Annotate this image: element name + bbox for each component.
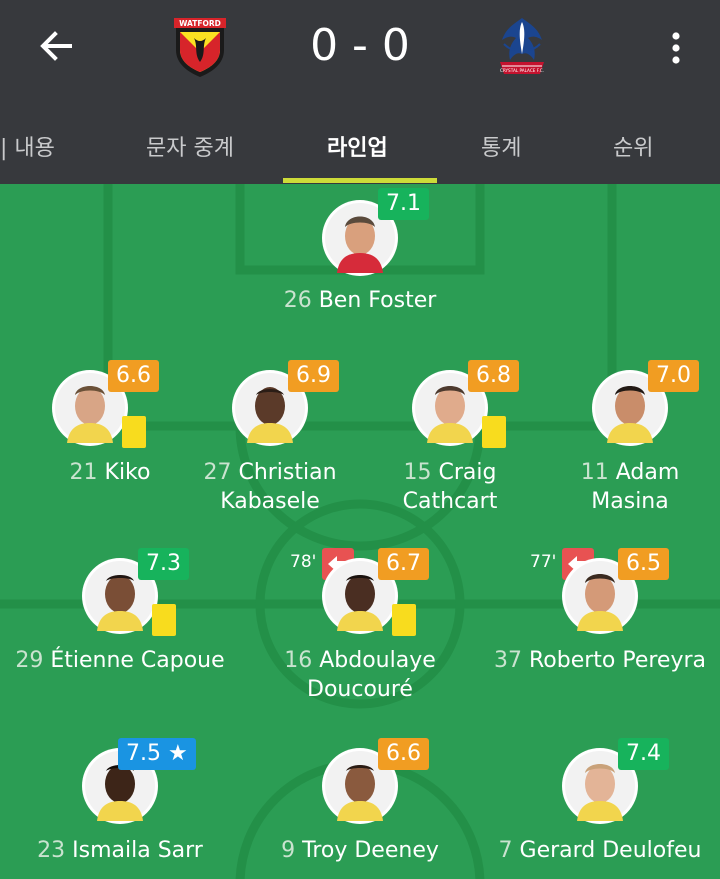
player-number: 11 (580, 460, 609, 485)
player-number: 29 (15, 648, 44, 673)
player-number: 16 (284, 648, 313, 673)
crystal-palace-badge-text: CRYSTAL PALACE F.C. (500, 68, 544, 73)
player-card[interactable]: 78' 6.7 16 Abdoulaye Doucouré (250, 548, 470, 714)
substitution-minute: 78' (290, 552, 317, 572)
player-name: 9 Troy Deeney (250, 836, 470, 865)
player-number: 23 (37, 838, 66, 863)
player-name-line: Adam (615, 460, 680, 485)
player-card[interactable]: 6.6 9 Troy Deeney (250, 738, 470, 874)
tab-text-commentary[interactable]: 문자 중계 (146, 130, 234, 162)
player-card[interactable]: 7.3 29 Étienne Capoue (10, 548, 230, 714)
arrow-left-icon[interactable] (34, 24, 78, 68)
player-name: 7 Gerard Deulofeu (490, 836, 710, 865)
more-vertical-icon[interactable] (660, 28, 692, 68)
player-number: 37 (493, 648, 522, 673)
player-name-line-2: Doucouré (307, 677, 413, 702)
player-number: 21 (69, 460, 98, 485)
player-name-line: Roberto Pereyra (528, 648, 707, 673)
player-rating: 6.7 (378, 548, 429, 580)
player-name-line: Kiko (104, 460, 151, 485)
player-name: 37 Roberto Pereyra (490, 646, 710, 675)
substitution-minute: 77' (530, 552, 557, 572)
player-name: 23 Ismaila Sarr (10, 836, 230, 865)
player-card[interactable]: 77' 6.5 37 Roberto Pereyra (490, 548, 710, 714)
player-number: 7 (498, 838, 513, 863)
player-rating: 7.3 (138, 548, 189, 580)
player-name-line: Christian (238, 460, 337, 485)
player-number: 9 (281, 838, 296, 863)
player-name: 11 Adam Masina (520, 458, 720, 516)
player-name-line: Abdoulaye (319, 648, 436, 673)
player-rating: 6.9 (288, 360, 339, 392)
player-name-line-2: Kabasele (220, 489, 320, 514)
player-name: 29 Étienne Capoue (10, 646, 230, 675)
yellow-card-icon (392, 604, 416, 636)
player-card[interactable]: 7.0 11 Adam Masina (520, 360, 720, 524)
player-name-line: Troy Deeney (302, 838, 439, 863)
tab-stats[interactable]: 통계 (481, 130, 521, 162)
player-rating: 7.1 (378, 188, 429, 220)
player-rating: 7.4 (618, 738, 669, 770)
player-number: 27 (203, 460, 232, 485)
lineup-pitch: 7.1 26 Ben Foster 6.6 21 Kiko 6.9 27 Chr… (0, 184, 720, 879)
player-rating: 6.6 (378, 738, 429, 770)
player-name: 16 Abdoulaye Doucouré (250, 646, 470, 704)
match-header: WATFORD 0 - 0 CRYSTAL PALACE F.C. | 내용 문… (0, 0, 720, 184)
tab-bar: | 내용 문자 중계 라인업 통계 순위 (0, 112, 720, 184)
player-name-line: Ben Foster (318, 288, 437, 313)
player-card[interactable]: 7.1 26 Ben Foster (250, 188, 470, 316)
tab-standings[interactable]: 순위 (613, 130, 653, 162)
yellow-card-icon (122, 416, 146, 448)
crystal-palace-badge-icon[interactable]: CRYSTAL PALACE F.C. (494, 14, 550, 80)
player-number: 15 (403, 460, 432, 485)
player-card[interactable]: 7.5 ★ 23 Ismaila Sarr (10, 738, 230, 874)
player-rating: 7.5 ★ (118, 738, 196, 770)
player-card[interactable]: 7.4 7 Gerard Deulofeu (490, 738, 710, 874)
player-number: 26 (283, 288, 312, 313)
player-rating: 6.8 (468, 360, 519, 392)
player-name: 26 Ben Foster (250, 286, 470, 315)
player-rating: 6.5 (618, 548, 669, 580)
watford-badge-text: WATFORD (179, 19, 221, 28)
player-name-line: Gerard Deulofeu (519, 838, 702, 863)
match-score: 0 - 0 (310, 20, 410, 71)
player-rating: 6.6 (108, 360, 159, 392)
tab-summary[interactable]: | 내용 (0, 130, 55, 162)
tab-lineup[interactable]: 라인업 (327, 130, 388, 162)
yellow-card-icon (152, 604, 176, 636)
player-name-line: Étienne Capoue (50, 648, 225, 673)
player-name-line: Craig (438, 460, 497, 485)
player-name-line-2: Cathcart (402, 489, 498, 514)
player-rating: 7.0 (648, 360, 699, 392)
watford-badge-icon[interactable]: WATFORD (172, 16, 228, 78)
player-name-line: Ismaila Sarr (72, 838, 203, 863)
yellow-card-icon (482, 416, 506, 448)
active-tab-indicator (283, 178, 437, 183)
player-name-line-2: Masina (591, 489, 669, 514)
